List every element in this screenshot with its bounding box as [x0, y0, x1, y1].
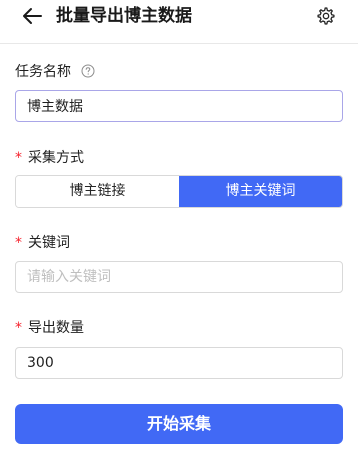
option-blogger-link[interactable]: 博主链接: [16, 176, 179, 207]
keyword-label-row: * 关键词: [15, 233, 70, 253]
gear-icon[interactable]: [316, 6, 336, 26]
required-mark: *: [15, 235, 22, 251]
required-mark: *: [15, 320, 22, 336]
start-collect-button[interactable]: 开始采集: [15, 404, 343, 444]
collect-method-switch: 博主链接 博主关键词: [15, 175, 343, 208]
export-count-input[interactable]: [15, 347, 343, 379]
question-circle-icon[interactable]: [81, 64, 95, 78]
collect-method-label-row: * 采集方式: [15, 148, 84, 168]
arrow-left-icon[interactable]: [21, 6, 43, 26]
task-name-label: 任务名称: [15, 64, 71, 80]
collect-method-label: 采集方式: [28, 150, 84, 166]
header-bar: 批量导出博主数据: [0, 0, 358, 44]
option-blogger-keyword[interactable]: 博主关键词: [179, 176, 342, 207]
task-name-label-row: 任务名称: [15, 62, 95, 82]
task-name-input[interactable]: [15, 90, 343, 122]
export-count-label-row: * 导出数量: [15, 318, 84, 338]
keyword-input[interactable]: [15, 261, 343, 293]
keyword-label: 关键词: [28, 235, 70, 251]
required-mark: *: [15, 150, 22, 166]
export-count-label: 导出数量: [28, 320, 84, 336]
page-title: 批量导出博主数据: [56, 6, 192, 26]
